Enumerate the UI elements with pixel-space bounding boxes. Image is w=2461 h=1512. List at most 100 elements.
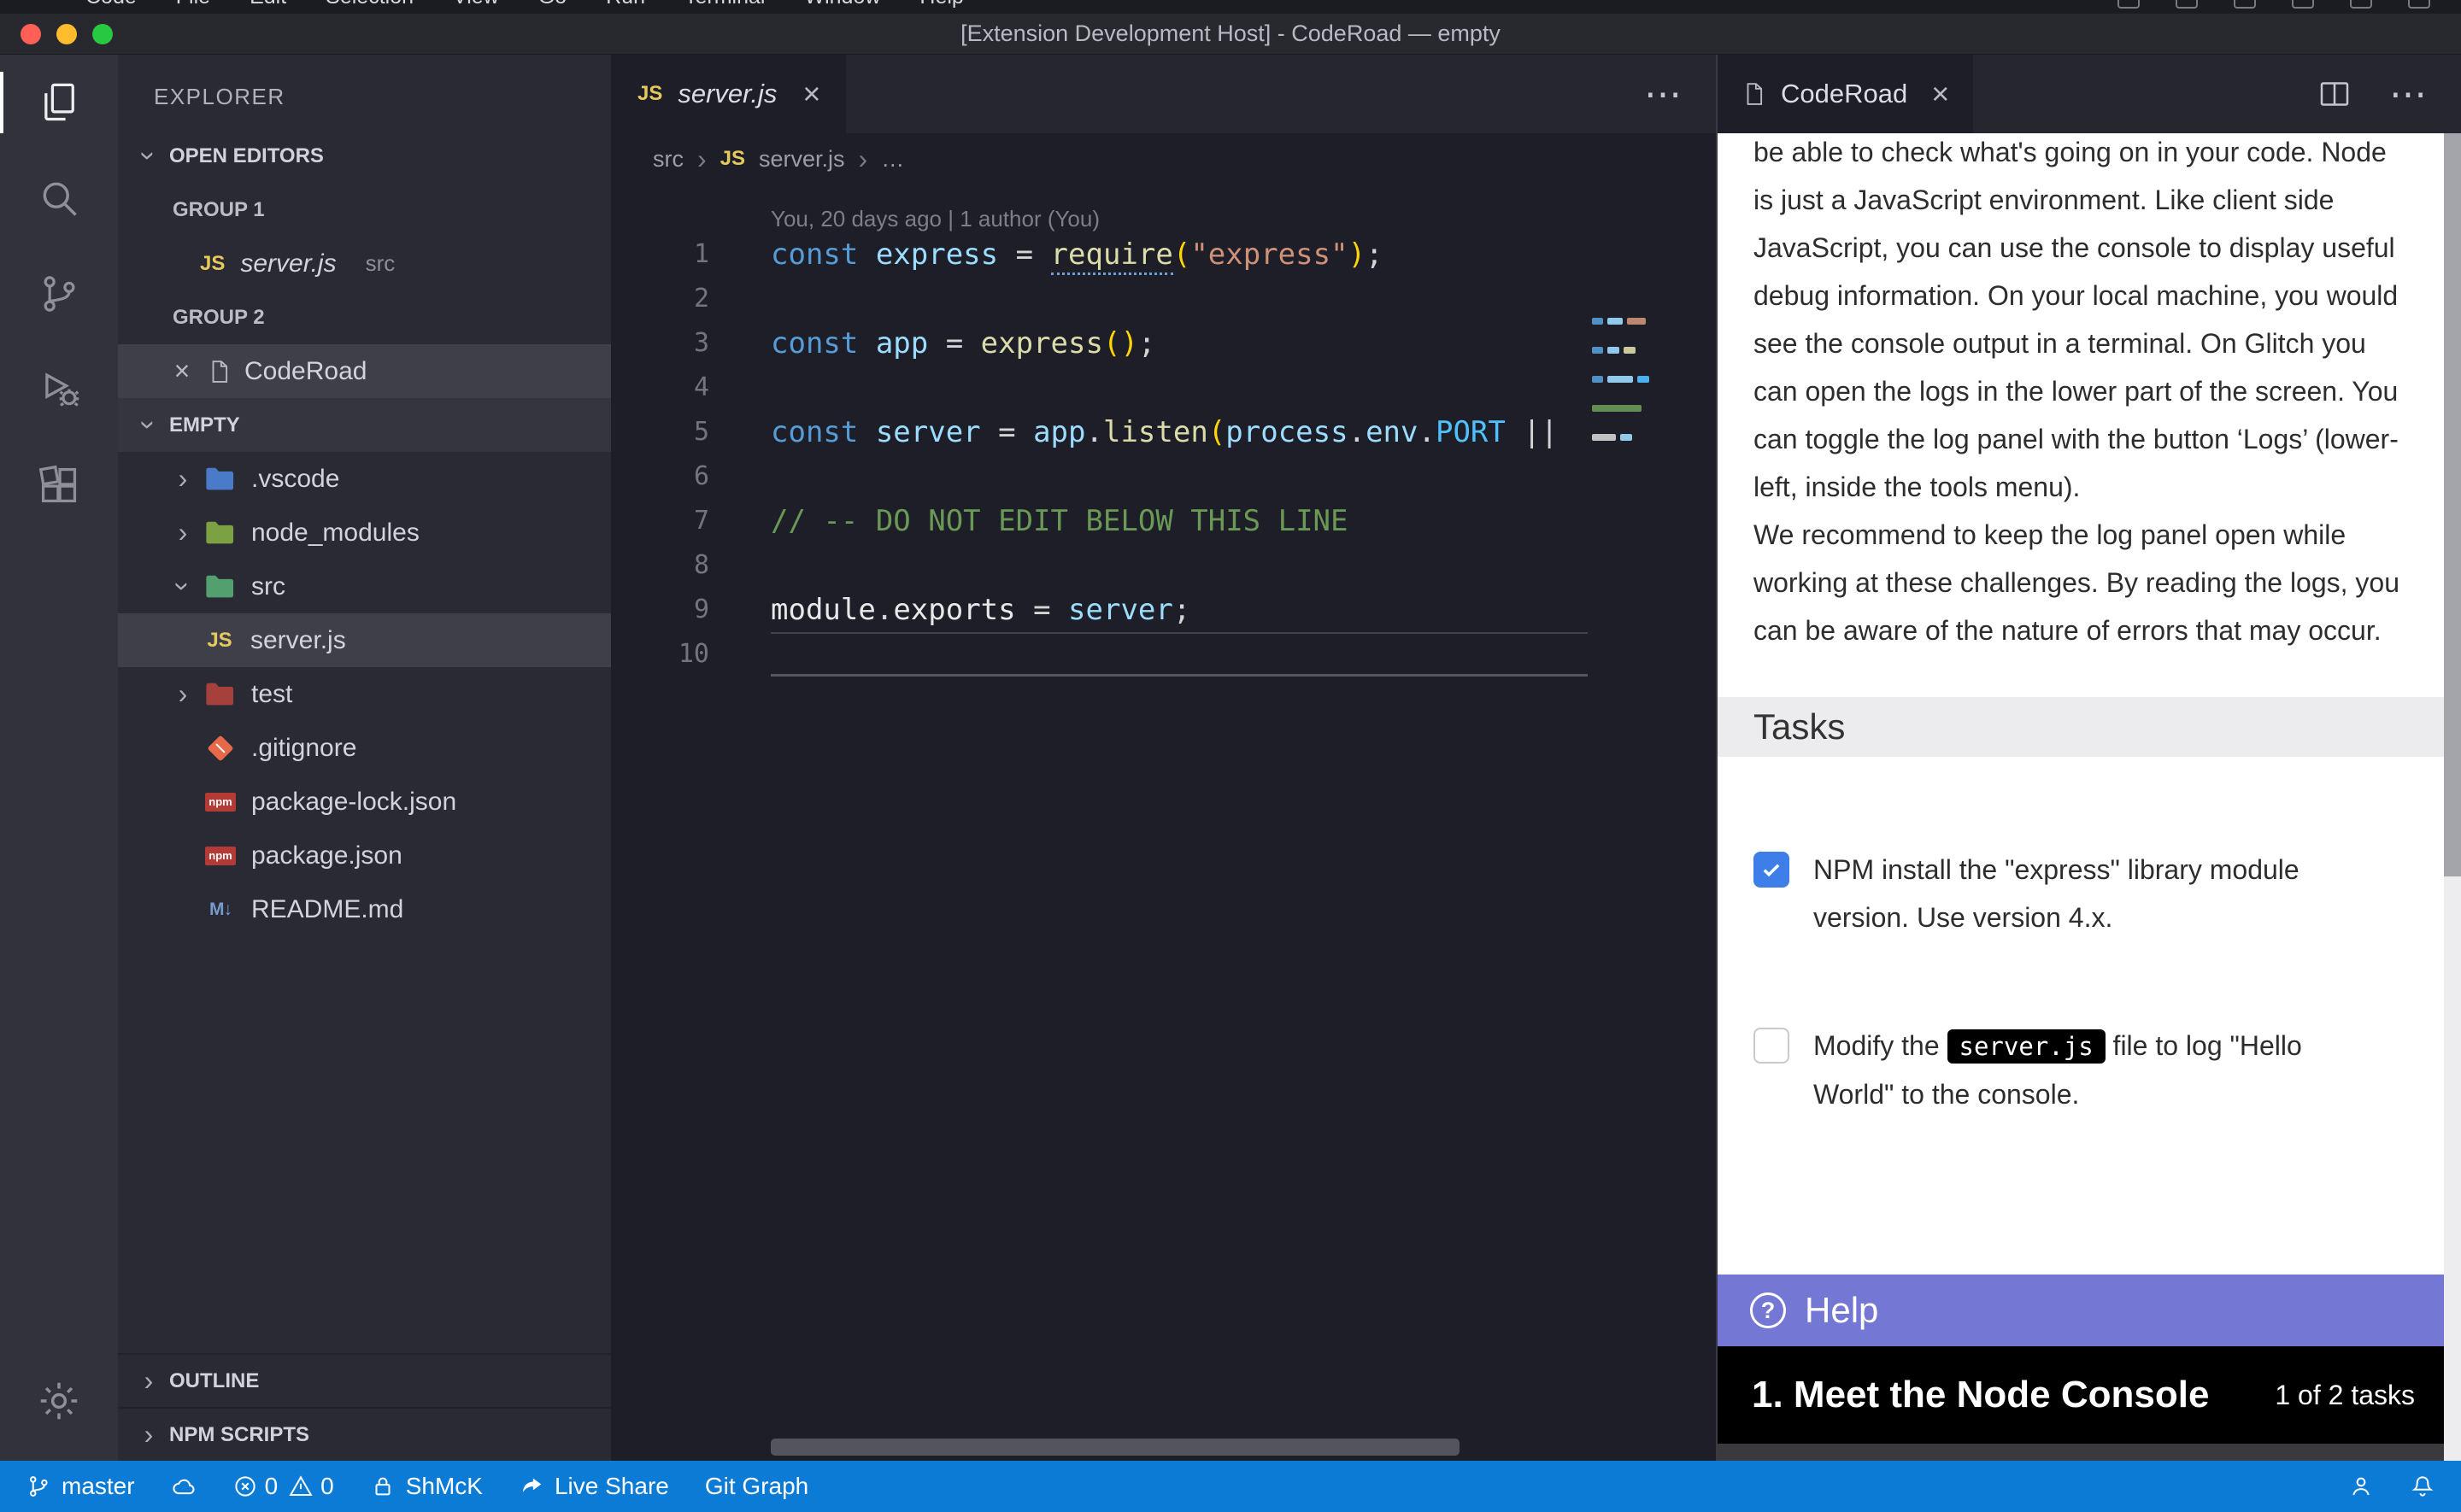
code-line: 8 bbox=[612, 543, 1716, 588]
menubar-icon bbox=[2292, 0, 2314, 9]
user-name: ShMcK bbox=[406, 1473, 483, 1500]
code-editor[interactable]: You, 20 days ago | 1 author (You) 1 cons… bbox=[612, 185, 1716, 1461]
line-number: 3 bbox=[612, 321, 709, 366]
extensions-icon[interactable] bbox=[0, 437, 118, 533]
lesson-paragraph: be able to check what's going on in your… bbox=[1753, 133, 2408, 511]
help-label: Help bbox=[1805, 1290, 1878, 1331]
task-text: Modify the server.js file to log "Hello … bbox=[1813, 1022, 2360, 1118]
close-icon[interactable]: × bbox=[169, 355, 195, 387]
live-share-session-status[interactable]: ShMcK bbox=[370, 1473, 483, 1500]
folder-node-modules-icon bbox=[202, 519, 239, 547]
git-branch-status[interactable]: master bbox=[26, 1473, 135, 1500]
line-number: 4 bbox=[612, 366, 709, 410]
chevron-down-icon: › bbox=[167, 573, 199, 601]
lesson-footer[interactable]: 1. Meet the Node Console 1 of 2 tasks bbox=[1718, 1346, 2444, 1444]
menu-view[interactable]: View bbox=[453, 0, 499, 14]
help-button[interactable]: ? Help bbox=[1718, 1275, 2444, 1346]
tree-item-test[interactable]: › test bbox=[118, 667, 611, 721]
split-editor-icon[interactable] bbox=[2317, 77, 2352, 111]
webview-scrollbar[interactable] bbox=[2444, 133, 2461, 1461]
tab-coderoad[interactable]: CodeRoad × bbox=[1718, 55, 1973, 133]
share-icon bbox=[519, 1474, 544, 1499]
tree-item-package-json[interactable]: npm package.json bbox=[118, 829, 611, 882]
minimize-window-button[interactable] bbox=[56, 24, 77, 44]
notifications-bell-icon[interactable] bbox=[2410, 1474, 2435, 1499]
task-text-part: Modify the bbox=[1813, 1030, 1947, 1061]
footer-strip bbox=[1718, 1444, 2444, 1461]
line-number: 6 bbox=[612, 454, 709, 499]
settings-gear-icon[interactable] bbox=[0, 1353, 118, 1449]
feedback-person-icon[interactable] bbox=[2348, 1474, 2374, 1499]
open-editors-header[interactable]: › OPEN EDITORS bbox=[118, 129, 611, 183]
menu-code[interactable]: Code bbox=[85, 0, 137, 14]
tree-item-vscode[interactable]: › .vscode bbox=[118, 452, 611, 506]
breadcrumb[interactable]: src › JS server.js › … bbox=[612, 133, 1716, 185]
close-icon[interactable]: × bbox=[802, 76, 820, 112]
problems-status[interactable]: 0 0 bbox=[232, 1473, 334, 1500]
chevron-down-icon: › bbox=[133, 412, 165, 439]
editor-group-2-label: GROUP 2 bbox=[118, 290, 611, 344]
open-editor-serverjs[interactable]: JS server.js src bbox=[118, 237, 611, 290]
menu-terminal[interactable]: Terminal bbox=[684, 0, 765, 14]
breadcrumb-symbol[interactable]: … bbox=[881, 146, 904, 173]
panel-actions-more-icon[interactable]: ⋯ bbox=[2389, 73, 2427, 116]
branch-name: master bbox=[62, 1473, 135, 1500]
close-icon[interactable]: × bbox=[1931, 76, 1949, 112]
menubar-status-icons bbox=[2117, 0, 2461, 14]
tree-item-gitignore[interactable]: .gitignore bbox=[118, 721, 611, 775]
open-editor-coderoad[interactable]: × CodeRoad bbox=[118, 344, 611, 398]
menu-selection[interactable]: Selection bbox=[326, 0, 414, 14]
code-line: 2 bbox=[612, 277, 1716, 321]
menubar-icon bbox=[2408, 0, 2430, 9]
breadcrumb-file[interactable]: server.js bbox=[759, 146, 845, 173]
explorer-icon[interactable] bbox=[0, 55, 118, 150]
outline-header[interactable]: › OUTLINE bbox=[118, 1353, 611, 1407]
tree-item-src[interactable]: › src bbox=[118, 560, 611, 613]
menu-go[interactable]: Go bbox=[538, 0, 567, 14]
tasks-section-header: Tasks bbox=[1718, 697, 2444, 757]
menu-help[interactable]: Help bbox=[919, 0, 963, 14]
folder-vscode-icon bbox=[202, 466, 239, 493]
tab-serverjs[interactable]: JS server.js × bbox=[612, 55, 846, 133]
live-share-button[interactable]: Live Share bbox=[519, 1473, 669, 1500]
horizontal-scrollbar[interactable] bbox=[771, 1439, 1460, 1456]
run-debug-icon[interactable] bbox=[0, 342, 118, 437]
outline-label: OUTLINE bbox=[169, 1369, 259, 1393]
search-icon[interactable] bbox=[0, 150, 118, 246]
zoom-window-button[interactable] bbox=[92, 24, 113, 44]
task-checkbox-unchecked[interactable] bbox=[1753, 1028, 1789, 1064]
menubar-icon bbox=[2350, 0, 2372, 9]
open-editors-label: OPEN EDITORS bbox=[169, 144, 324, 168]
titlebar: [Extension Development Host] - CodeRoad … bbox=[0, 14, 2461, 55]
editor-actions-more-icon[interactable]: ⋯ bbox=[1644, 73, 1682, 116]
tree-item-label: .gitignore bbox=[251, 734, 356, 763]
tree-item-readme[interactable]: M↓ README.md bbox=[118, 882, 611, 936]
warning-count: 0 bbox=[320, 1473, 334, 1500]
close-window-button[interactable] bbox=[21, 24, 41, 44]
js-icon: JS bbox=[201, 629, 238, 653]
gitlens-annotation[interactable]: You, 20 days ago | 1 author (You) bbox=[612, 185, 1716, 232]
chevron-right-icon: › bbox=[169, 517, 197, 548]
tree-item-label: server.js bbox=[250, 626, 346, 655]
menu-file[interactable]: File bbox=[176, 0, 210, 14]
sync-publish-status[interactable] bbox=[171, 1474, 197, 1499]
npm-scripts-header[interactable]: › NPM SCRIPTS bbox=[118, 1407, 611, 1461]
git-graph-button[interactable]: Git Graph bbox=[705, 1473, 808, 1500]
minimap[interactable] bbox=[1589, 318, 1661, 463]
task-checkbox-checked[interactable] bbox=[1753, 852, 1789, 888]
menu-edit[interactable]: Edit bbox=[250, 0, 286, 14]
explorer-sidebar: EXPLORER › OPEN EDITORS GROUP 1 JS serve… bbox=[118, 55, 612, 1461]
line-number: 9 bbox=[612, 588, 709, 632]
npm-icon: npm bbox=[202, 793, 239, 812]
menu-window[interactable]: Window bbox=[804, 0, 880, 14]
tree-item-node-modules[interactable]: › node_modules bbox=[118, 506, 611, 560]
tree-item-serverjs[interactable]: JS server.js bbox=[118, 613, 611, 667]
js-icon: JS bbox=[720, 147, 745, 171]
tree-item-package-lock[interactable]: npm package-lock.json bbox=[118, 775, 611, 829]
chevron-right-icon: › bbox=[169, 678, 197, 710]
menu-run[interactable]: Run bbox=[606, 0, 645, 14]
source-control-icon[interactable] bbox=[0, 246, 118, 342]
breadcrumb-folder[interactable]: src bbox=[653, 146, 684, 173]
workspace-header-empty[interactable]: › EMPTY bbox=[118, 398, 611, 452]
scrollbar-thumb[interactable] bbox=[2444, 133, 2461, 876]
